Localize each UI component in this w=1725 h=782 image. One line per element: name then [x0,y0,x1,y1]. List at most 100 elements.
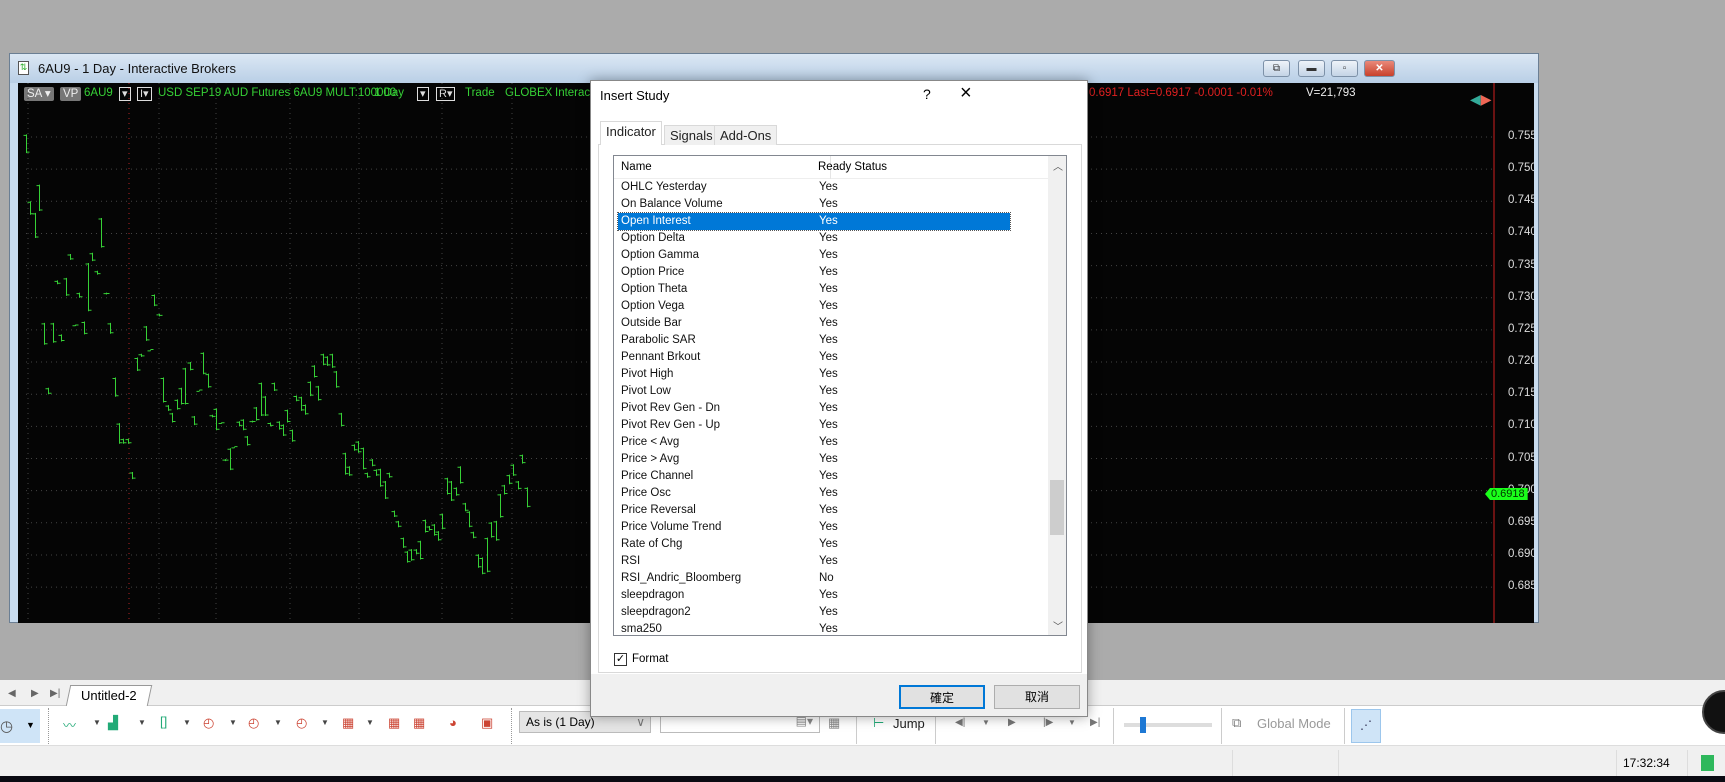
study-list-item[interactable]: sma250 Yes [618,621,1010,635]
study-list-item[interactable]: sleepdragon2 Yes [618,604,1010,621]
volume-chart-icon[interactable]: ▟ [108,715,118,731]
study-list-item[interactable]: OHLC Yesterday Yes [618,179,1010,196]
hours-dropdown[interactable]: ▼ [321,718,329,727]
clock-button[interactable]: ◷ ▼ [0,709,40,743]
window-titlebar[interactable]: ⇅ 6AU9 - 1 Day - Interactive Brokers ⧉ ▬… [10,54,1538,83]
restore-button[interactable]: ▫ [1331,60,1358,77]
tab-last-icon[interactable]: ▶| [50,688,60,699]
tab-signals[interactable]: Signals [664,125,719,145]
column-header-name[interactable]: Name [621,161,652,173]
daily-icon[interactable]: ▦ [342,715,354,731]
dialog-close-button[interactable]: × [960,82,972,105]
study-list-item[interactable]: Price Channel Yes [618,468,1010,485]
taskbar-strip [0,776,1725,782]
study-ready-status: Yes [819,605,838,618]
ohlc-bar [187,362,194,371]
ohlc-bar [329,353,336,368]
help-button[interactable]: ? [923,86,931,102]
global-mode-button[interactable]: Global Mode [1257,716,1331,731]
study-list-item[interactable]: Open Interest Yes [617,211,1011,231]
ohlc-bar [36,184,43,211]
study-list-item[interactable]: Pivot Low Yes [618,383,1010,400]
study-list-item[interactable]: RSI_Andric_Bloomberg No [618,570,1010,587]
hours-clock-icon[interactable]: ◴ [296,715,307,731]
study-list[interactable]: Name Ready Status OHLC Yesterday Yes On Ba… [613,155,1067,636]
study-list-item[interactable]: Price Osc Yes [618,485,1010,502]
quarterly-icon[interactable]: ◕ [449,715,457,730]
minimize-button[interactable]: ▬ [1298,60,1325,77]
study-list-item[interactable]: Option Price Yes [618,264,1010,281]
study-list-item[interactable]: Outside Bar Yes [618,315,1010,332]
tab-add-ons[interactable]: Add-Ons [714,125,778,145]
ohlc-bar [298,396,305,411]
line-chart-dropdown[interactable]: ▼ [93,718,101,727]
jump-icon[interactable]: ⊢ [873,715,884,731]
seconds-dropdown[interactable]: ▼ [229,718,237,727]
study-name: sleepdragon2 [621,605,691,618]
step-back-dropdown[interactable]: ▼ [982,718,990,727]
study-list-item[interactable]: Parabolic SAR Yes [618,332,1010,349]
study-list-item[interactable]: Option Vega Yes [618,298,1010,315]
bar-icon[interactable]: [] [160,714,167,729]
cancel-button[interactable]: 取消 [994,685,1080,709]
scroll-thumb[interactable] [1050,480,1064,535]
scroll-down-icon[interactable]: ﹀ [1053,618,1063,633]
tab-prev-icon[interactable]: ◀ [8,688,16,699]
yearly-icon[interactable]: ▣ [481,715,493,731]
global-mode-icon[interactable]: ⧉ [1232,715,1241,731]
step-back-icon[interactable]: ◀| [955,717,965,728]
study-list-item[interactable]: Price > Avg Yes [618,451,1010,468]
calendar-icon[interactable]: ▦ [828,715,840,731]
scroll-up-icon[interactable]: ︿ [1053,158,1063,173]
study-list-item[interactable]: Price Volume Trend Yes [618,519,1010,536]
zoom-slider[interactable] [1124,717,1212,733]
column-header-ready-status[interactable]: Ready Status [818,161,887,173]
line-chart-icon[interactable]: 〰 [63,715,76,734]
popout-button[interactable]: ⧉ [1263,60,1290,77]
study-list-item[interactable]: Pennant Brkout Yes [618,349,1010,366]
study-list-item[interactable]: Option Delta Yes [618,230,1010,247]
study-list-item[interactable]: Pivot High Yes [618,366,1010,383]
monthly-icon[interactable]: ▦ [413,715,425,731]
minutes-clock-icon[interactable]: ◴ [248,715,259,731]
close-button[interactable]: ✕ [1364,60,1395,77]
chart-window-icon: ⇅ [18,61,29,75]
study-list-item[interactable]: Pivot Rev Gen - Up Yes [618,417,1010,434]
study-list-item[interactable]: Option Gamma Yes [618,247,1010,264]
trade-arrows-icon[interactable]: ◀▶ [1470,91,1492,108]
play-icon[interactable]: ▶ [1008,717,1016,728]
daily-dropdown[interactable]: ▼ [366,718,374,727]
study-list-item[interactable]: Price < Avg Yes [618,434,1010,451]
ohlc-bar [151,294,158,307]
study-list-item[interactable]: RSI Yes [618,553,1010,570]
format-checkbox[interactable]: ✓ [614,653,627,666]
tab-next-icon[interactable]: ▶ [31,688,39,699]
bar-dropdown[interactable]: ▼ [183,718,191,727]
study-list-item[interactable]: sleepdragon Yes [618,587,1010,604]
volume-chart-dropdown[interactable]: ▼ [138,718,146,727]
seconds-clock-icon[interactable]: ◴ [203,715,214,731]
weekly-icon[interactable]: ▦ [388,715,400,731]
ohlc-bar [129,472,136,480]
sheet-tab-untitled-2[interactable]: Untitled-2 [65,685,152,706]
tab-indicator[interactable]: Indicator [600,121,662,145]
study-list-item[interactable]: Pivot Rev Gen - Dn Yes [618,400,1010,417]
go-end-icon[interactable]: ▶| [1090,717,1100,728]
dots-toggle-button[interactable]: ⋰ [1351,709,1381,743]
ohlc-bar [240,419,247,431]
ohlc-bar [244,435,251,446]
jump-button[interactable]: Jump [893,716,925,731]
step-forward-icon[interactable]: |▶ [1043,717,1053,728]
study-list-item[interactable]: Option Theta Yes [618,281,1010,298]
list-scrollbar[interactable]: ︿ ﹀ [1048,156,1066,635]
step-forward-dropdown[interactable]: ▼ [1068,718,1076,727]
zoom-slider-thumb[interactable] [1140,717,1146,733]
study-name: Price Volume Trend [621,520,722,533]
study-list-item[interactable]: On Balance Volume Yes [618,196,1010,213]
minutes-dropdown[interactable]: ▼ [274,718,282,727]
ok-button[interactable]: 確定 [899,685,985,709]
study-ready-status: Yes [819,181,838,193]
ohlc-bar [54,280,61,285]
study-list-item[interactable]: Price Reversal Yes [618,502,1010,519]
study-list-item[interactable]: Rate of Chg Yes [618,536,1010,553]
